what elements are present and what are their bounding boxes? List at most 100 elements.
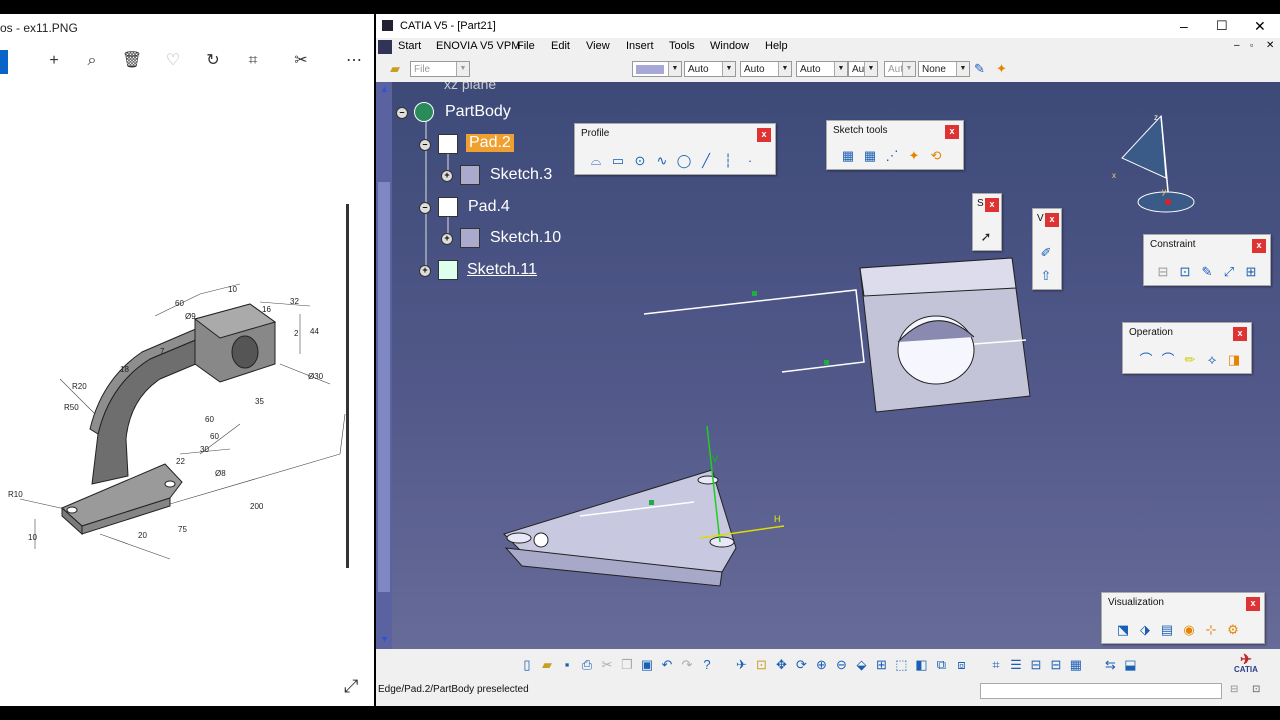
- doc-minimize-icon[interactable]: –: [1234, 40, 1240, 51]
- constraint-icon[interactable]: ⊡: [1176, 264, 1194, 280]
- paint-brush-icon[interactable]: ✎: [974, 61, 985, 77]
- measure-item-icon[interactable]: ⊟: [1047, 657, 1065, 673]
- linewidth-combo[interactable]: Auto ▼: [740, 61, 792, 77]
- multi-update-icon[interactable]: ⬓: [1121, 657, 1139, 673]
- crop-icon[interactable]: ⌗: [242, 50, 264, 72]
- normal-view-icon[interactable]: ⬙: [852, 657, 870, 673]
- whats-this-icon[interactable]: ?: [698, 657, 716, 673]
- edit-multi-constraint-icon[interactable]: ⊞: [1242, 264, 1260, 280]
- menu-edit[interactable]: Edit: [551, 40, 570, 52]
- 3d-elements-icon[interactable]: ▤: [1158, 622, 1176, 638]
- more-icon[interactable]: ⋯: [343, 50, 365, 72]
- compass[interactable]: z x y: [1112, 113, 1195, 213]
- close-icon[interactable]: x: [1246, 597, 1260, 611]
- menu-enovia[interactable]: ENOVIA V5 VPM: [436, 40, 520, 52]
- sketch-visual-icon[interactable]: ⬗: [1136, 622, 1154, 638]
- save-icon[interactable]: ▪: [558, 657, 576, 673]
- menu-start[interactable]: Start: [398, 40, 421, 52]
- zoom-icon[interactable]: ⌕: [81, 50, 103, 72]
- zoom-in-icon[interactable]: ⊕: [812, 657, 830, 673]
- 3d-viewport[interactable]: ▲ ▼ xz plane – PartBody – Pad.2 + Sketch…: [376, 82, 1280, 649]
- circle-icon[interactable]: ⊙: [631, 153, 649, 169]
- close-icon[interactable]: x: [757, 128, 771, 142]
- menu-file[interactable]: File: [517, 40, 535, 52]
- undo-icon[interactable]: ↶: [658, 657, 676, 673]
- rotate-view-icon[interactable]: ⟳: [792, 657, 810, 673]
- menu-insert[interactable]: Insert: [626, 40, 654, 52]
- fit-all-icon[interactable]: ⊡: [752, 657, 770, 673]
- delete-icon[interactable]: 🗑: [121, 50, 143, 72]
- list-icon[interactable]: ☰: [1007, 657, 1025, 673]
- new-icon[interactable]: ▯: [518, 657, 536, 673]
- add-icon[interactable]: +: [43, 50, 65, 72]
- axis-icon[interactable]: ┆: [719, 153, 737, 169]
- point-combo[interactable]: Aut ▼: [848, 61, 878, 77]
- copy-icon[interactable]: ❐: [618, 657, 636, 673]
- heart-icon[interactable]: ♡: [162, 50, 184, 72]
- doc-restore-icon[interactable]: ▫: [1250, 40, 1253, 50]
- sketch-analysis-icon[interactable]: ⌗: [987, 657, 1005, 673]
- snap-icon[interactable]: ▦: [861, 148, 879, 164]
- menu-help[interactable]: Help: [765, 40, 788, 52]
- redo-icon[interactable]: ↷: [678, 657, 696, 673]
- grid-icon[interactable]: ▦: [839, 148, 857, 164]
- minimize-icon[interactable]: –: [1180, 14, 1188, 38]
- sketcher-icon[interactable]: ✐: [1037, 245, 1055, 261]
- linetype-combo[interactable]: Auto ▼: [796, 61, 848, 77]
- dimension-visual-icon[interactable]: ⊹: [1202, 622, 1220, 638]
- auto-constraint-icon[interactable]: ✎: [1198, 264, 1216, 280]
- hide-show-icon[interactable]: ⧉: [932, 657, 950, 673]
- color-combo[interactable]: ▼: [632, 61, 682, 77]
- menu-tools[interactable]: Tools: [669, 40, 695, 52]
- measure-icon[interactable]: ⊟: [1027, 657, 1045, 673]
- close-icon[interactable]: x: [1045, 213, 1059, 227]
- shading-icon[interactable]: ◧: [912, 657, 930, 673]
- pan-icon[interactable]: ✥: [772, 657, 790, 673]
- profile-icon[interactable]: ⌓: [587, 153, 605, 169]
- animate-constraint-icon[interactable]: ⤢: [1220, 264, 1238, 280]
- status-icon[interactable]: ⊟: [1230, 683, 1238, 697]
- spline-icon[interactable]: ∿: [653, 153, 671, 169]
- painter-icon[interactable]: ✦: [996, 61, 1007, 77]
- dimensional-constraint-icon[interactable]: ⟲: [927, 148, 945, 164]
- close-icon[interactable]: x: [945, 125, 959, 139]
- close-icon[interactable]: x: [1252, 239, 1266, 253]
- corner-icon[interactable]: ⌒: [1137, 352, 1155, 368]
- maximize-icon[interactable]: ☐: [1216, 14, 1228, 38]
- photos-scrollbar[interactable]: [346, 204, 349, 568]
- constraint-visual-icon[interactable]: ⚙: [1224, 622, 1242, 638]
- geometric-constraint-icon[interactable]: ✦: [905, 148, 923, 164]
- file-combo[interactable]: File ▼: [410, 61, 470, 77]
- rectangle-icon[interactable]: ▭: [609, 153, 627, 169]
- transparency-combo[interactable]: Auto ▼: [684, 61, 736, 77]
- layer-combo[interactable]: Aut ▼: [884, 61, 916, 77]
- rotate-icon[interactable]: ↻: [202, 50, 224, 72]
- iso-view-icon[interactable]: ⬚: [892, 657, 910, 673]
- expand-icon[interactable]: ⤢: [344, 676, 358, 697]
- paste-icon[interactable]: ▣: [638, 657, 656, 673]
- diagnostic-icon[interactable]: ◉: [1180, 622, 1198, 638]
- status-icon[interactable]: ⊡: [1252, 683, 1260, 697]
- update-icon[interactable]: ⇆: [1101, 657, 1119, 673]
- cut-part-icon[interactable]: ⬔: [1114, 622, 1132, 638]
- ellipse-icon[interactable]: ◯: [675, 153, 693, 169]
- chamfer-icon[interactable]: ⌒: [1159, 352, 1177, 368]
- edit-icon[interactable]: ✂: [290, 50, 312, 72]
- menu-window[interactable]: Window: [710, 40, 749, 52]
- point-icon[interactable]: ·: [741, 153, 759, 169]
- cut-icon[interactable]: ✂: [598, 657, 616, 673]
- multi-view-icon[interactable]: ⊞: [872, 657, 890, 673]
- project-3d-icon[interactable]: ◨: [1225, 352, 1243, 368]
- close-icon[interactable]: ✕: [1254, 14, 1266, 38]
- line-icon[interactable]: ╱: [697, 153, 715, 169]
- open-icon[interactable]: ▰: [538, 657, 556, 673]
- fly-mode-icon[interactable]: ✈: [732, 657, 750, 673]
- zoom-out-icon[interactable]: ⊖: [832, 657, 850, 673]
- trim-icon[interactable]: ✏: [1181, 352, 1199, 368]
- menu-view[interactable]: View: [586, 40, 610, 52]
- select-arrow-icon[interactable]: ➚: [977, 229, 995, 245]
- close-icon[interactable]: x: [1233, 327, 1247, 341]
- open-folder-icon[interactable]: ▰: [390, 61, 400, 77]
- close-icon[interactable]: x: [985, 198, 999, 212]
- constraint-dialog-icon[interactable]: ⊟: [1154, 264, 1172, 280]
